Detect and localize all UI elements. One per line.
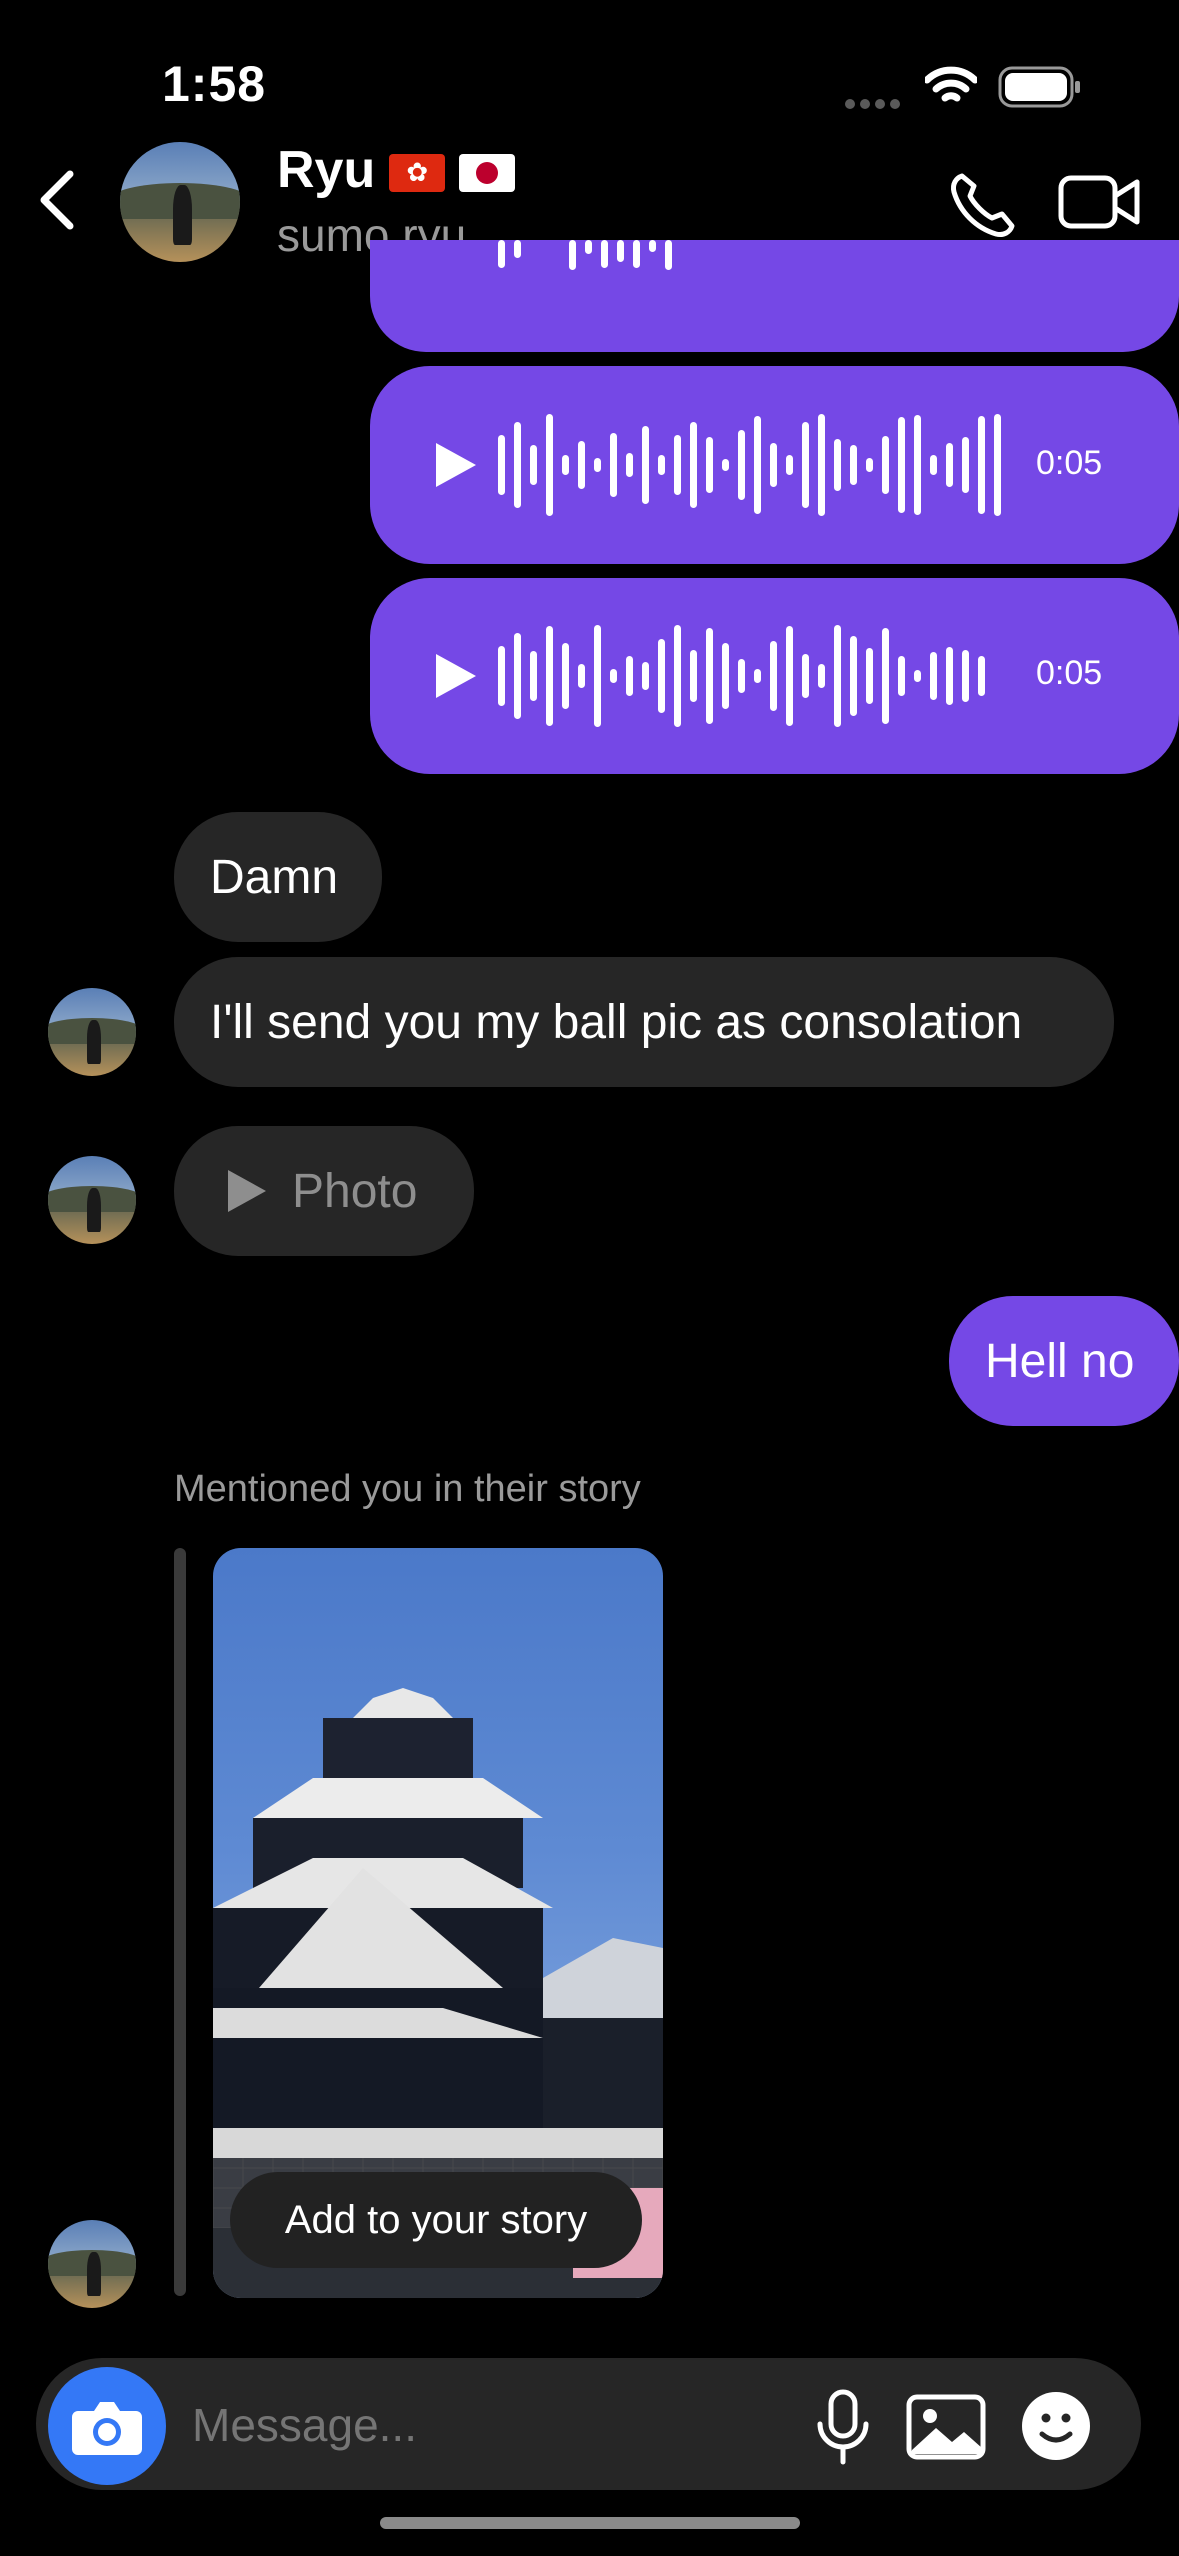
voice-message[interactable]: 0:05 [370, 366, 1179, 564]
incoming-message[interactable]: I'll send you my ball pic as consolation [174, 957, 1114, 1087]
contact-name[interactable]: Ryu [277, 140, 516, 200]
camera-icon [72, 2402, 142, 2455]
microphone-icon[interactable] [810, 2388, 876, 2466]
battery-icon [998, 66, 1080, 108]
voice-message-partial[interactable] [370, 240, 1179, 352]
back-icon[interactable] [30, 160, 90, 240]
cellular-signal-icon [845, 96, 905, 109]
japan-flag-icon [459, 154, 516, 193]
photo-message[interactable]: Photo [174, 1126, 474, 1256]
story-mention-caption: Mentioned you in their story [174, 1468, 641, 1510]
photo-label: Photo [292, 1165, 418, 1218]
play-icon [228, 1170, 266, 1212]
sender-avatar[interactable] [48, 1156, 136, 1244]
message-input[interactable] [190, 2390, 774, 2460]
phone-call-icon[interactable] [948, 170, 1018, 240]
message-text: Damn [210, 851, 339, 904]
incoming-message[interactable]: Damn [174, 812, 382, 942]
camera-button[interactable] [48, 2367, 166, 2485]
gallery-icon[interactable] [906, 2394, 986, 2460]
voice-duration: 0:05 [1036, 654, 1103, 692]
outgoing-message[interactable]: Hell no [949, 1296, 1179, 1426]
message-text: Hell no [985, 1335, 1135, 1388]
play-icon[interactable] [436, 443, 476, 487]
sticker-emoji-icon[interactable] [1020, 2390, 1092, 2462]
message-text: I'll send you my ball pic as consolation [210, 996, 1023, 1049]
sender-avatar[interactable] [48, 988, 136, 1076]
video-call-icon[interactable] [1058, 172, 1140, 232]
wifi-icon [925, 66, 977, 102]
play-icon[interactable] [436, 654, 476, 698]
add-to-story-button[interactable]: Add to your story [230, 2172, 642, 2268]
voice-message[interactable]: 0:05 [370, 578, 1179, 774]
voice-duration: 0:05 [1036, 444, 1103, 482]
sender-avatar[interactable] [48, 2220, 136, 2308]
header-avatar[interactable] [120, 142, 240, 262]
status-time: 1:58 [162, 56, 267, 112]
hong-kong-flag-icon [389, 154, 446, 193]
home-indicator [380, 2517, 800, 2529]
story-quote-bar [174, 1548, 186, 2296]
